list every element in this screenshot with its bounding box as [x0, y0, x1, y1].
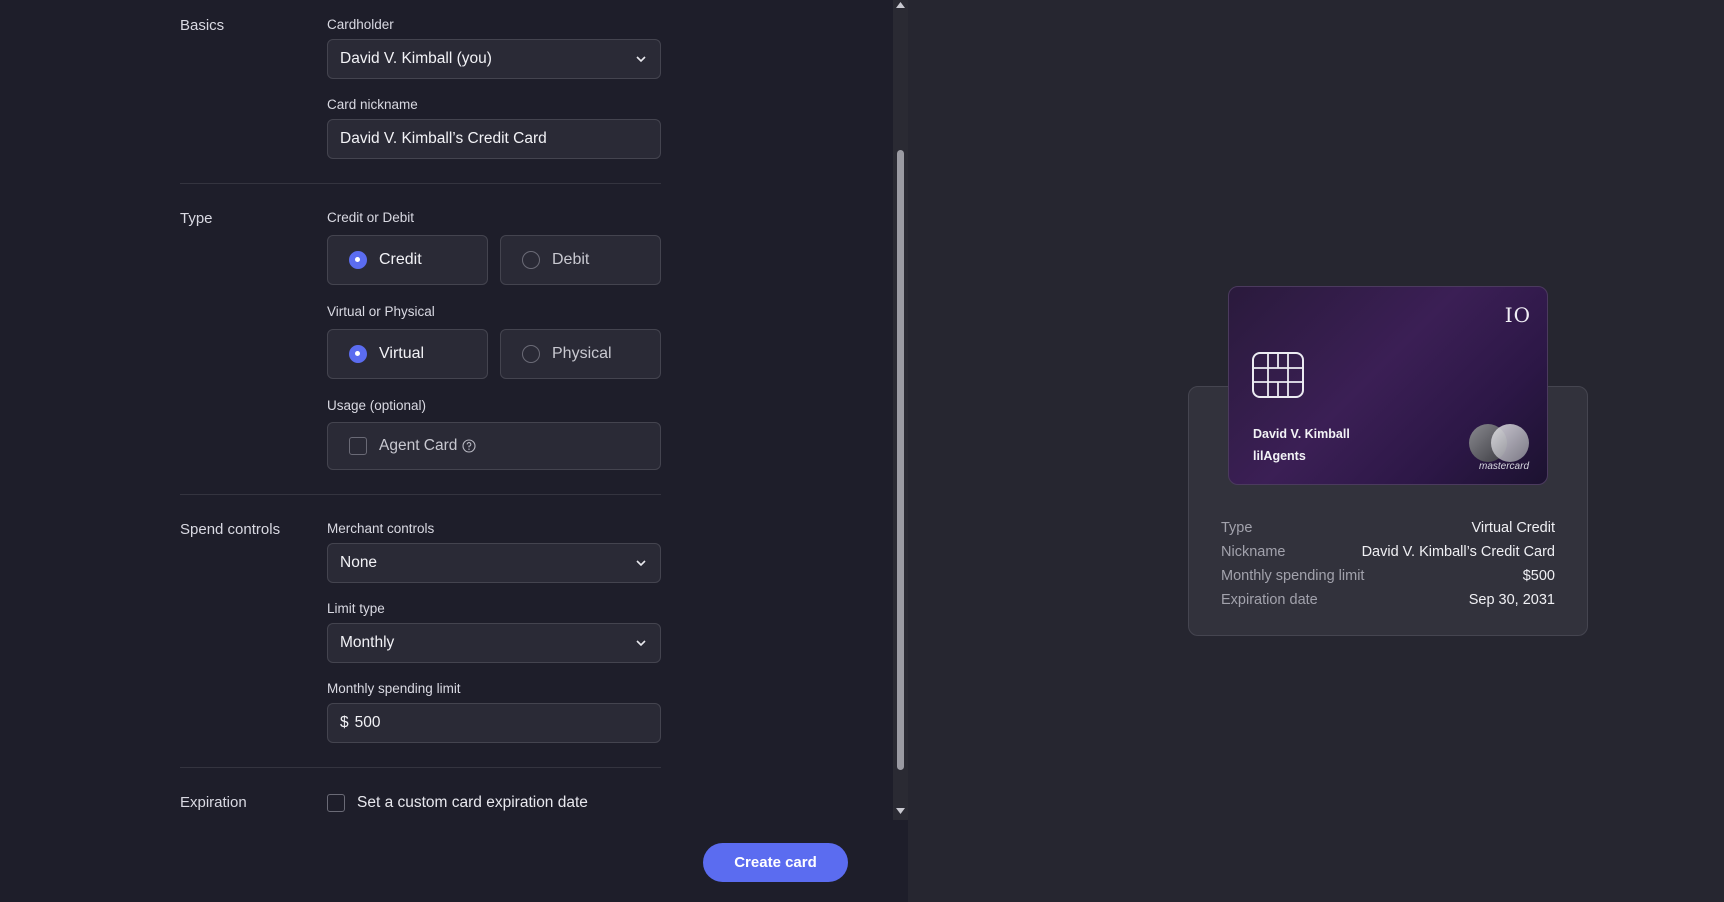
summary-value: Sep 30, 2031 [1468, 592, 1555, 608]
summary-row-expiration: Expiration date Sep 30, 2031 [1221, 592, 1555, 608]
divider [180, 183, 661, 184]
radio-unselected[interactable] [522, 345, 540, 363]
credit-label: Credit [379, 251, 422, 268]
chevron-down-icon [636, 640, 646, 647]
monthly-limit-label: Monthly spending limit [327, 681, 461, 696]
virtual-label: Virtual [379, 345, 425, 362]
section-expiration: Expiration [180, 794, 247, 811]
radio-selected[interactable] [349, 345, 367, 363]
summary-key: Nickname [1221, 544, 1286, 560]
card-brand-logo: IO [1504, 303, 1531, 327]
custom-expiration-checkbox[interactable] [327, 794, 345, 812]
credit-card-preview: IO David V. Kimball lilAgents mastercard [1228, 286, 1548, 485]
merchant-controls-value: None [340, 554, 378, 571]
credit-option[interactable]: Credit [327, 235, 488, 285]
card-network-label: mastercard [1478, 461, 1529, 472]
physical-label: Physical [552, 345, 612, 362]
nickname-label: Card nickname [327, 97, 418, 112]
credit-debit-label: Credit or Debit [327, 210, 415, 225]
summary-row-type: Type Virtual Credit [1221, 520, 1555, 536]
chip-icon [1252, 352, 1304, 398]
divider [180, 767, 661, 768]
custom-expiration-option[interactable]: Set a custom card expiration date [327, 794, 588, 812]
chevron-down-icon [636, 560, 646, 567]
cardholder-value: David V. Kimball (you) [340, 50, 492, 67]
limit-type-label: Limit type [327, 601, 385, 616]
nickname-input[interactable]: David V. Kimball’s Credit Card [327, 119, 661, 159]
currency-symbol: $ [340, 714, 349, 731]
scroll-down-arrow-icon[interactable] [895, 806, 906, 816]
monthly-limit-input[interactable]: $ 500 [327, 703, 661, 743]
cardholder-label: Cardholder [327, 17, 394, 32]
summary-key: Monthly spending limit [1221, 568, 1365, 584]
card-holder-name: David V. Kimball [1253, 427, 1350, 441]
agent-card-option[interactable]: Agent Card [327, 422, 661, 470]
monthly-limit-value: 500 [354, 714, 381, 731]
summary-row-monthly-limit: Monthly spending limit $500 [1221, 568, 1555, 584]
form-pane: Basics Cardholder David V. Kimball (you)… [0, 0, 908, 902]
radio-unselected[interactable] [522, 251, 540, 269]
scroll-up-arrow-icon[interactable] [895, 0, 906, 10]
limit-type-value: Monthly [340, 634, 395, 651]
virtual-option[interactable]: Virtual [327, 329, 488, 379]
virtual-physical-label: Virtual or Physical [327, 304, 435, 319]
mastercard-logo-icon [1469, 424, 1529, 462]
section-basics: Basics [180, 17, 225, 34]
debit-option[interactable]: Debit [500, 235, 661, 285]
limit-type-select[interactable]: Monthly [327, 623, 661, 663]
custom-expiration-label: Set a custom card expiration date [357, 794, 588, 811]
card-company-name: lilAgents [1253, 449, 1306, 463]
merchant-controls-label: Merchant controls [327, 521, 435, 536]
divider [180, 494, 661, 495]
nickname-value: David V. Kimball’s Credit Card [340, 130, 547, 147]
physical-option[interactable]: Physical [500, 329, 661, 379]
scrollbar-thumb[interactable] [897, 150, 904, 770]
create-card-button[interactable]: Create card [703, 843, 848, 882]
help-icon[interactable] [462, 439, 476, 453]
summary-value: $500 [1522, 568, 1555, 584]
section-spend-controls: Spend controls [180, 521, 281, 538]
summary-value: David V. Kimball’s Credit Card [1361, 544, 1555, 560]
agent-card-label: Agent Card [379, 437, 458, 454]
summary-value: Virtual Credit [1471, 520, 1555, 536]
usage-label: Usage (optional) [327, 398, 427, 413]
summary-key: Type [1221, 520, 1253, 536]
section-type: Type [180, 210, 213, 227]
summary-row-nickname: Nickname David V. Kimball’s Credit Card [1221, 544, 1555, 560]
cardholder-select[interactable]: David V. Kimball (you) [327, 39, 661, 79]
chevron-down-icon [636, 56, 646, 63]
radio-selected[interactable] [349, 251, 367, 269]
debit-label: Debit [552, 251, 590, 268]
agent-card-checkbox[interactable] [349, 437, 367, 455]
summary-key: Expiration date [1221, 592, 1318, 608]
merchant-controls-select[interactable]: None [327, 543, 661, 583]
